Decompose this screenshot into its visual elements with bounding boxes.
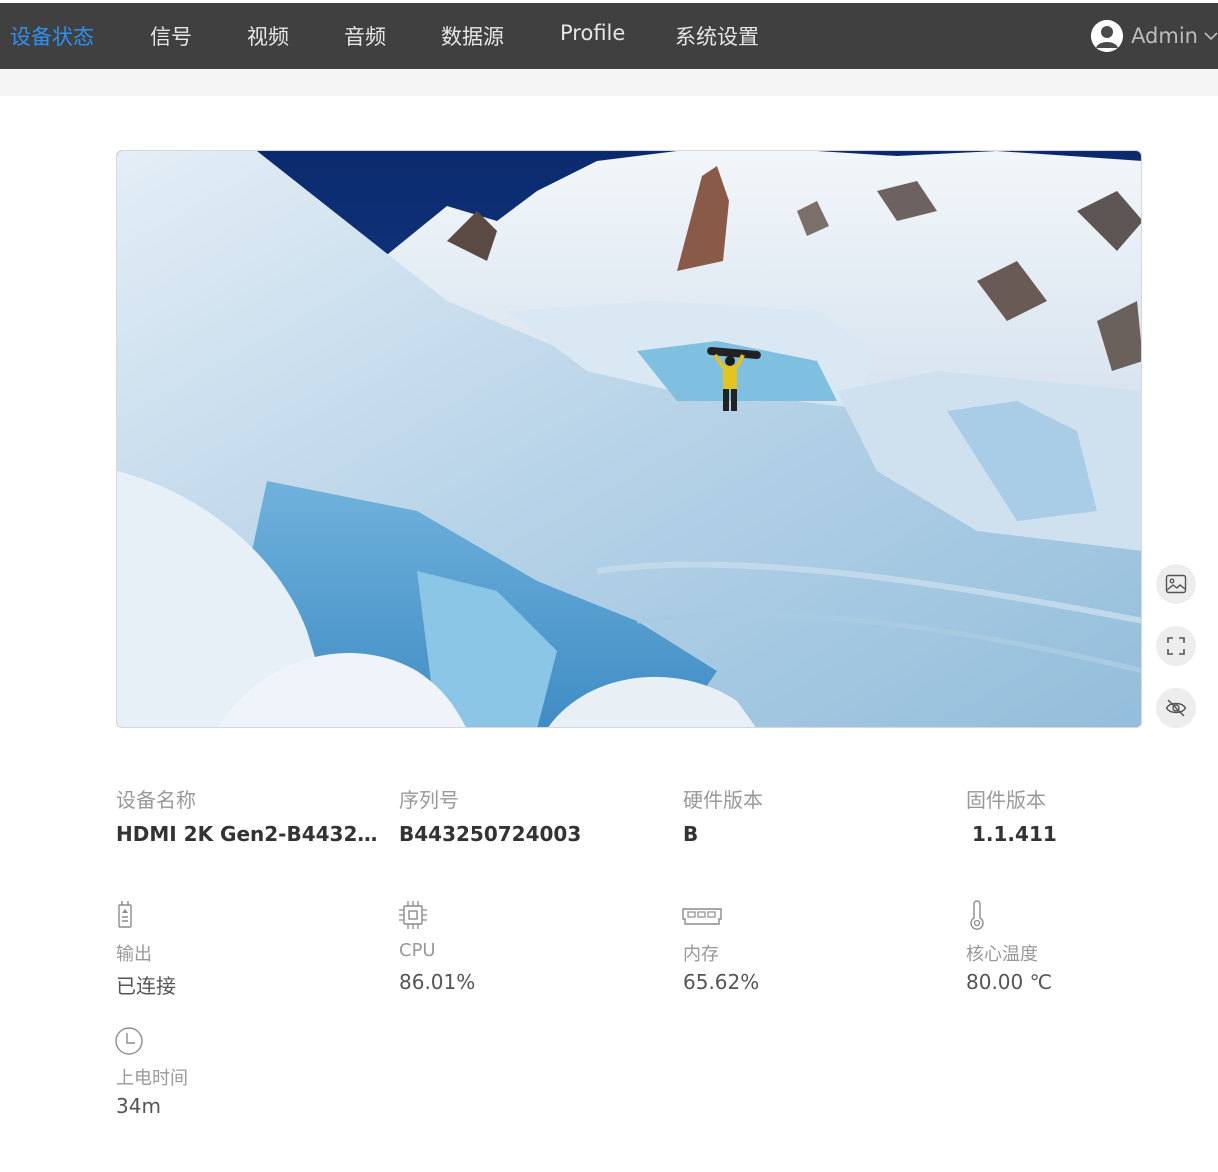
output-value: 已连接 (116, 974, 176, 998)
chevron-down-icon (1204, 32, 1218, 41)
sub-header-strip (0, 69, 1218, 96)
output-label: 输出 (116, 944, 152, 965)
user-avatar-icon (1091, 20, 1124, 52)
serial-number-value: B443250724003 (399, 822, 582, 846)
fullscreen-icon (1167, 637, 1185, 655)
memory-value: 65.62% (683, 970, 760, 994)
thermometer-icon (970, 900, 984, 930)
core-temperature-label: 核心温度 (966, 944, 1038, 965)
cpu-chip-icon (399, 901, 427, 929)
top-nav-bar: 设备状态 信号 视频 音频 数据源 Profile 系统设置 Admin (0, 0, 1218, 69)
uptime-label: 上电时间 (116, 1068, 188, 1089)
cpu-label: CPU (399, 940, 436, 961)
cpu-value: 86.01% (399, 970, 476, 994)
nav-tab-data-source[interactable]: 数据源 (441, 21, 504, 51)
device-name-value: HDMI 2K Gen2-B443250724003 (116, 822, 384, 846)
clock-icon (115, 1027, 143, 1055)
image-icon (1165, 574, 1187, 594)
firmware-version-label: 固件版本 (966, 788, 1046, 812)
serial-number-label: 序列号 (399, 788, 459, 812)
core-temperature-value: 80.00 ℃ (966, 970, 1053, 994)
user-name: Admin (1131, 24, 1198, 48)
snapshot-button[interactable] (1156, 564, 1196, 604)
nav-tab-profile[interactable]: Profile (560, 21, 625, 45)
nav-tab-video[interactable]: 视频 (247, 21, 289, 51)
firmware-version-value: 1.1.411 (972, 822, 1057, 846)
nav-tab-signal[interactable]: 信号 (150, 21, 192, 51)
eye-off-icon (1165, 699, 1187, 717)
user-menu[interactable]: Admin (1091, 17, 1218, 55)
output-port-icon (118, 901, 132, 928)
video-preview (116, 150, 1142, 728)
hardware-version-label: 硬件版本 (683, 788, 763, 812)
hardware-version-value: B (683, 822, 699, 846)
nav-tab-device-status[interactable]: 设备状态 (10, 21, 94, 51)
video-preview-image (117, 151, 1141, 727)
nav-tab-system-settings[interactable]: 系统设置 (675, 21, 759, 51)
fullscreen-button[interactable] (1156, 626, 1196, 666)
nav-tab-audio[interactable]: 音频 (344, 21, 386, 51)
uptime-value: 34m (116, 1094, 161, 1118)
memory-module-icon (682, 908, 722, 925)
hide-preview-button[interactable] (1156, 688, 1196, 728)
memory-label: 内存 (683, 944, 719, 965)
device-name-label: 设备名称 (116, 788, 196, 812)
